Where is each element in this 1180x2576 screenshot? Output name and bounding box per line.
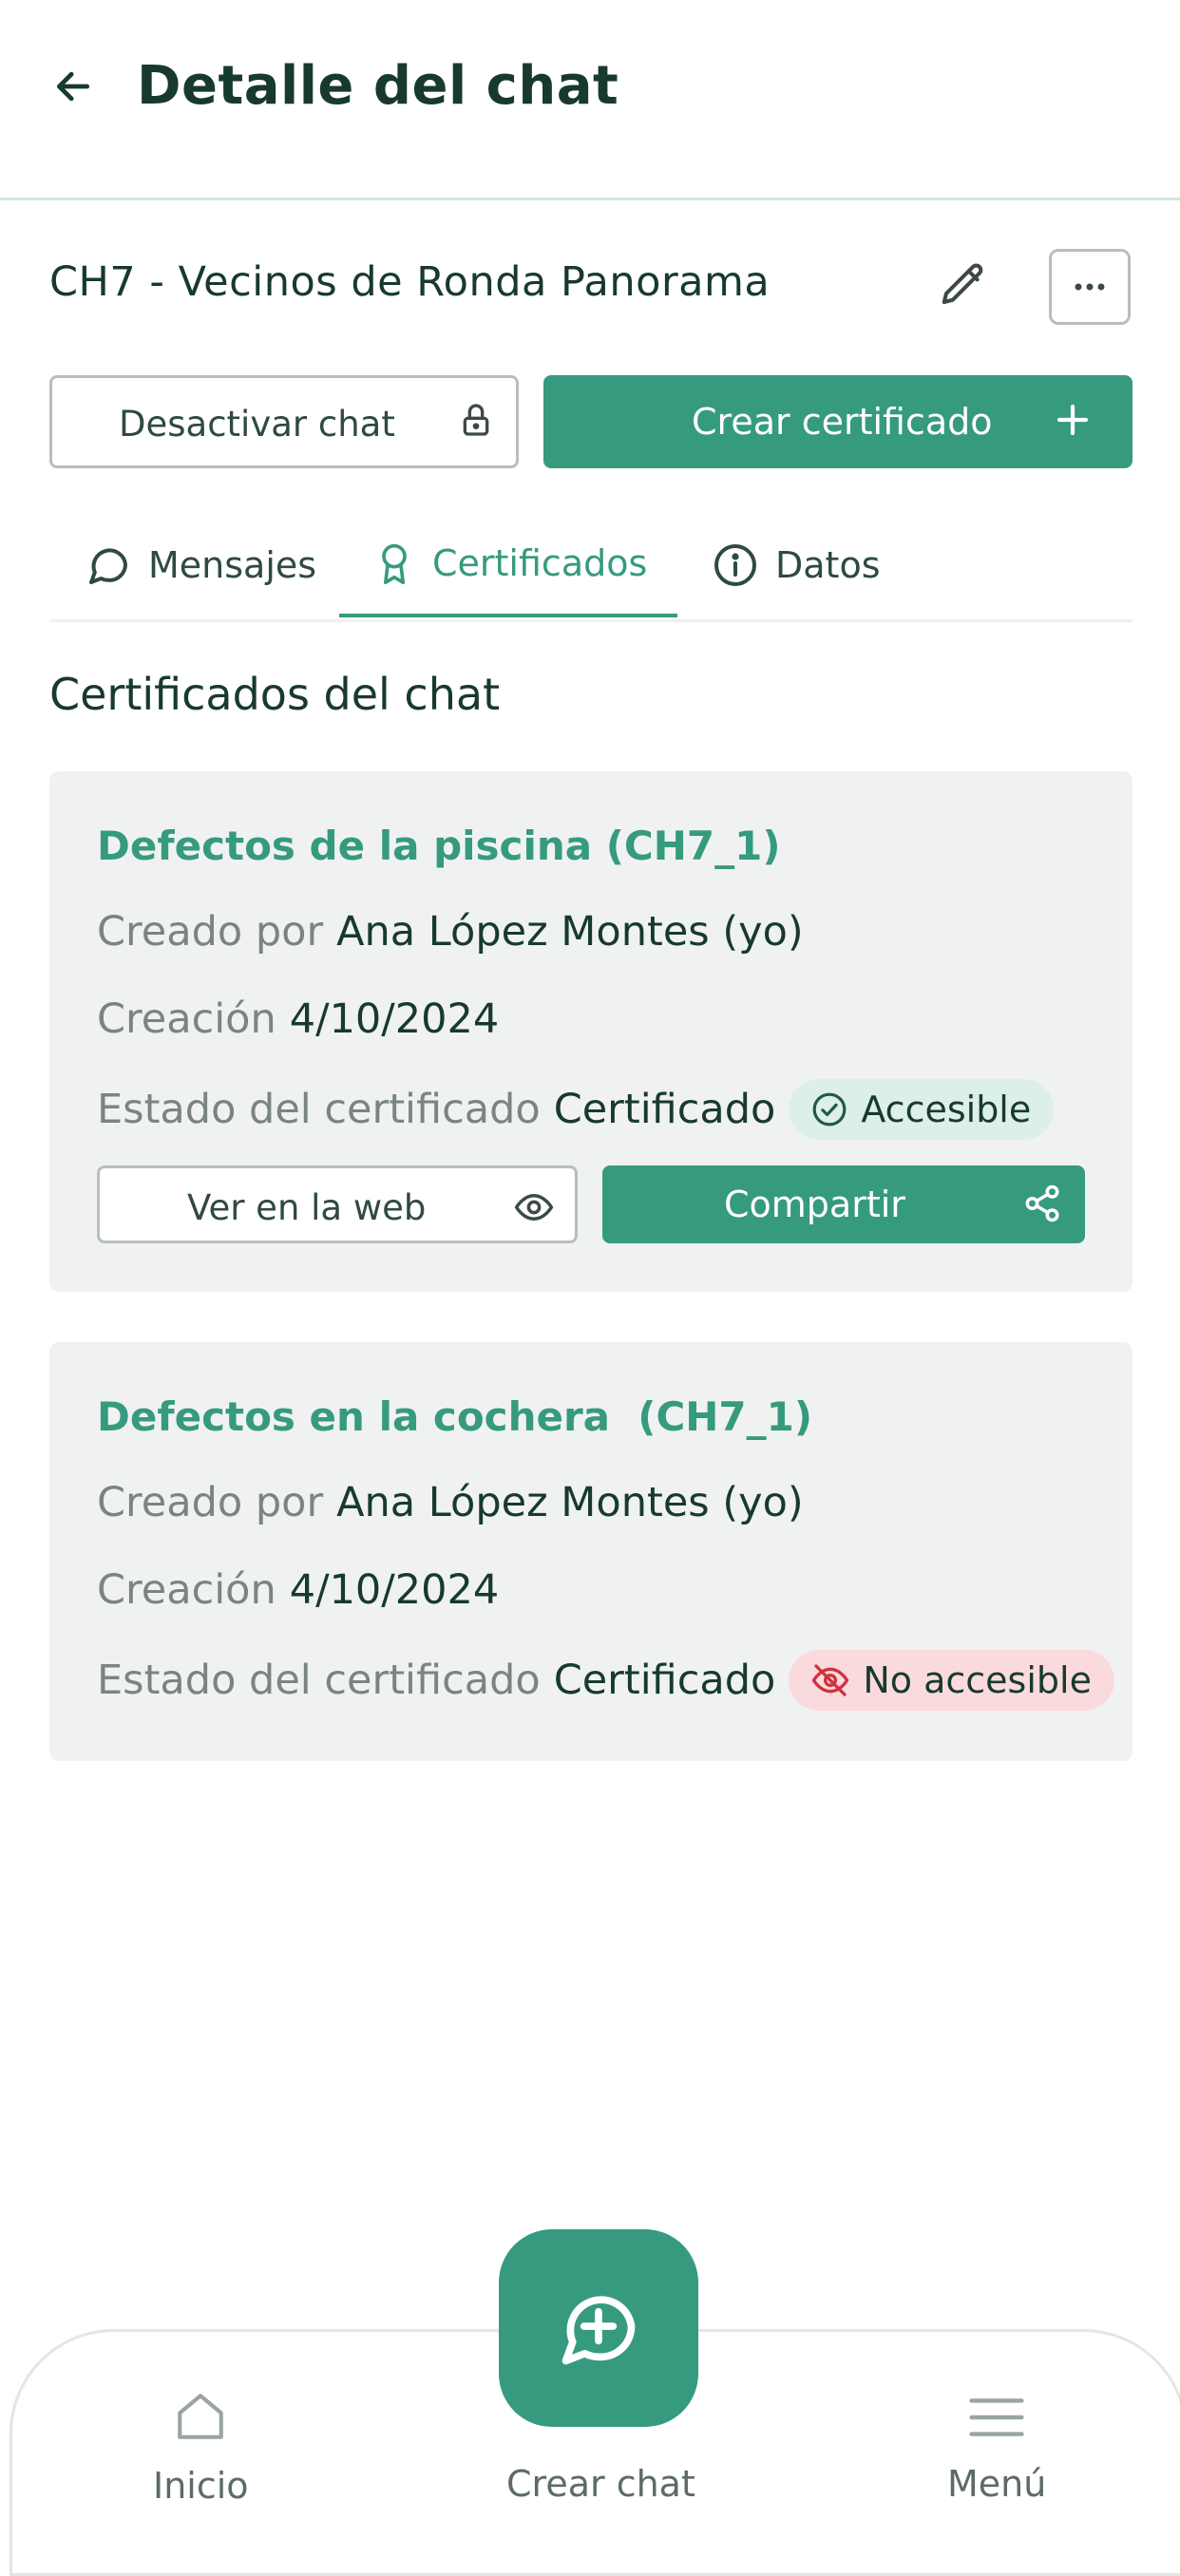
nav-create-chat-label: Crear chat [506,2463,695,2505]
tab-datos-label: Datos [775,544,881,586]
status-value: Certificado [553,1086,776,1133]
created-by-row: Creado por Ana López Montes (yo) [97,908,804,956]
access-badge-label: Accesible [861,1089,1032,1130]
arrow-left-icon [56,71,90,102]
menu-icon [969,2398,1024,2436]
nav-menu[interactable]: Menú [947,2391,1046,2505]
creation-date: 4/10/2024 [289,1566,500,1614]
message-circle-icon [89,548,128,584]
chat-name: CH7 - Vecinos de Ronda Panorama [49,258,771,306]
nav-home[interactable]: Inicio [153,2389,249,2507]
nav-create-chat[interactable]: Crear chat [506,2463,695,2505]
page-title: Detalle del chat [137,55,619,117]
create-certificate-button[interactable]: Crear certificado [543,375,1132,468]
deactivate-chat-button[interactable]: Desactivar chat [49,375,519,468]
creation-label: Creación [97,1566,276,1614]
status-row: Estado del certificado Certificado Acces… [97,1079,1055,1140]
nav-menu-label: Menú [947,2463,1047,2505]
back-button[interactable] [49,63,97,110]
tab-certificados-label: Certificados [432,542,648,584]
access-badge: No accesible [789,1650,1114,1711]
lock-icon [457,399,495,449]
create-chat-fab[interactable] [499,2229,698,2427]
plus-icon [1053,400,1093,448]
message-plus-icon [561,2296,636,2365]
deactivate-chat-label: Desactivar chat [119,404,395,445]
tab-bar: Mensajes Certificados Datos [49,513,1132,622]
created-by-value: Ana López Montes (yo) [336,1479,804,1526]
certificate-title[interactable]: Defectos de la piscina (CH7_1) [97,823,781,869]
access-badge: Accesible [789,1079,1055,1140]
creation-row: Creación 4/10/2024 [97,1566,499,1614]
created-by-value: Ana López Montes (yo) [336,908,804,956]
status-label: Estado del certificado [97,1657,541,1704]
create-certificate-label: Crear certificado [692,401,993,443]
share-label: Compartir [724,1184,905,1225]
pencil-icon [942,263,983,305]
created-by-label: Creado por [97,908,324,956]
certificate-card: Defectos de la piscina (CH7_1) Creado po… [49,771,1132,1292]
award-icon [382,543,407,584]
eye-icon [514,1187,554,1236]
view-on-web-button[interactable]: Ver en la web [97,1165,578,1243]
nav-home-label: Inicio [153,2465,249,2507]
status-row: Estado del certificado Certificado No ac… [97,1650,1114,1711]
tab-certificados[interactable]: Certificados [339,513,677,617]
tab-mensajes[interactable]: Mensajes [86,513,316,617]
status-value: Certificado [553,1657,776,1704]
creation-label: Creación [97,995,276,1043]
creation-row: Creación 4/10/2024 [97,995,499,1043]
certificate-title[interactable]: Defectos en la cochera (CH7_1) [97,1393,812,1440]
created-by-row: Creado por Ana López Montes (yo) [97,1479,804,1526]
view-on-web-label: Ver en la web [187,1187,427,1228]
eye-off-icon [812,1664,849,1696]
edit-chat-button[interactable] [937,258,990,312]
status-label: Estado del certificado [97,1086,541,1133]
more-horizontal-icon [1075,283,1105,291]
share-button[interactable]: Compartir [602,1165,1085,1243]
section-title: Certificados del chat [49,669,501,720]
creation-date: 4/10/2024 [289,995,500,1043]
access-badge-label: No accesible [863,1659,1092,1701]
more-options-button[interactable] [1049,249,1131,325]
tab-mensajes-label: Mensajes [148,544,317,586]
home-icon [178,2394,224,2439]
certificate-card: Defectos en la cochera (CH7_1) Creado po… [49,1342,1132,1761]
check-circle-icon [812,1092,847,1127]
info-icon [714,544,756,586]
created-by-label: Creado por [97,1479,324,1526]
share-icon [1022,1184,1062,1232]
tab-datos[interactable]: Datos [713,513,881,617]
